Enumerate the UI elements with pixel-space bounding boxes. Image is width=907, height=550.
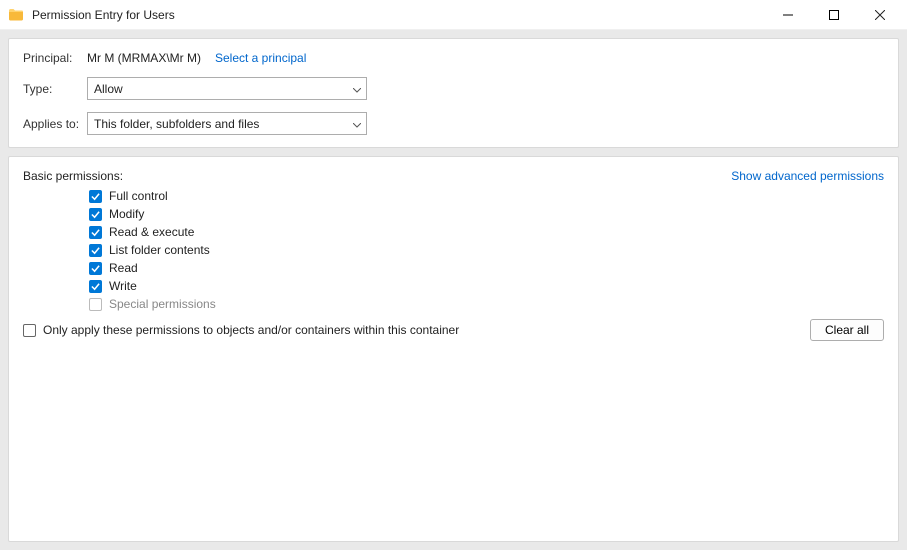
permissions-header-row: Basic permissions: Show advanced permiss… [23, 169, 884, 183]
permission-checkbox[interactable] [89, 226, 102, 239]
permission-row: Special permissions [89, 297, 884, 311]
show-advanced-permissions-link[interactable]: Show advanced permissions [731, 169, 884, 183]
type-select[interactable]: Allow [87, 77, 367, 100]
only-apply-row: Only apply these permissions to objects … [23, 323, 459, 337]
only-apply-label: Only apply these permissions to objects … [43, 323, 459, 337]
principal-label: Principal: [23, 51, 87, 65]
permission-checkbox[interactable] [89, 280, 102, 293]
permission-label: Full control [109, 189, 168, 203]
permission-entry-window: Permission Entry for Users Principal: Mr… [0, 0, 907, 550]
principal-name: Mr M (MRMAX\Mr M) [87, 51, 201, 65]
applies-to-select[interactable]: This folder, subfolders and files [87, 112, 367, 135]
type-select-wrap: Allow [87, 77, 367, 100]
permission-label: Modify [109, 207, 144, 221]
permission-row: Full control [89, 189, 884, 203]
permission-label: List folder contents [109, 243, 210, 257]
permission-row: Modify [89, 207, 884, 221]
maximize-button[interactable] [811, 0, 857, 30]
applies-to-select-wrap: This folder, subfolders and files [87, 112, 367, 135]
permission-row: Write [89, 279, 884, 293]
permission-checkbox[interactable] [89, 262, 102, 275]
type-selected-value: Allow [94, 82, 123, 96]
permission-checkbox[interactable] [89, 244, 102, 257]
permissions-bottom-row: Only apply these permissions to objects … [23, 319, 884, 341]
basic-permissions-label: Basic permissions: [23, 169, 123, 183]
principal-panel: Principal: Mr M (MRMAX\Mr M) Select a pr… [8, 38, 899, 148]
window-title: Permission Entry for Users [32, 8, 765, 22]
permissions-panel: Basic permissions: Show advanced permiss… [8, 156, 899, 542]
minimize-button[interactable] [765, 0, 811, 30]
permission-checkbox[interactable] [89, 208, 102, 221]
select-principal-link[interactable]: Select a principal [215, 51, 306, 65]
permission-label: Special permissions [109, 297, 216, 311]
clear-all-button[interactable]: Clear all [810, 319, 884, 341]
permission-label: Write [109, 279, 137, 293]
window-content: Principal: Mr M (MRMAX\Mr M) Select a pr… [0, 30, 907, 550]
permission-row: Read [89, 261, 884, 275]
close-button[interactable] [857, 0, 903, 30]
titlebar: Permission Entry for Users [0, 0, 907, 30]
applies-to-label: Applies to: [23, 117, 87, 131]
type-label: Type: [23, 82, 87, 96]
window-controls [765, 0, 903, 30]
permission-checkbox [89, 298, 102, 311]
only-apply-checkbox[interactable] [23, 324, 36, 337]
permission-label: Read & execute [109, 225, 194, 239]
principal-value-row: Mr M (MRMAX\Mr M) Select a principal [87, 51, 884, 65]
folder-icon [8, 7, 24, 23]
permission-checkbox[interactable] [89, 190, 102, 203]
permissions-list: Full control Modify Read & execute List fol… [89, 189, 884, 311]
permission-row: Read & execute [89, 225, 884, 239]
applies-to-selected-value: This folder, subfolders and files [94, 117, 259, 131]
permission-row: List folder contents [89, 243, 884, 257]
permission-label: Read [109, 261, 138, 275]
